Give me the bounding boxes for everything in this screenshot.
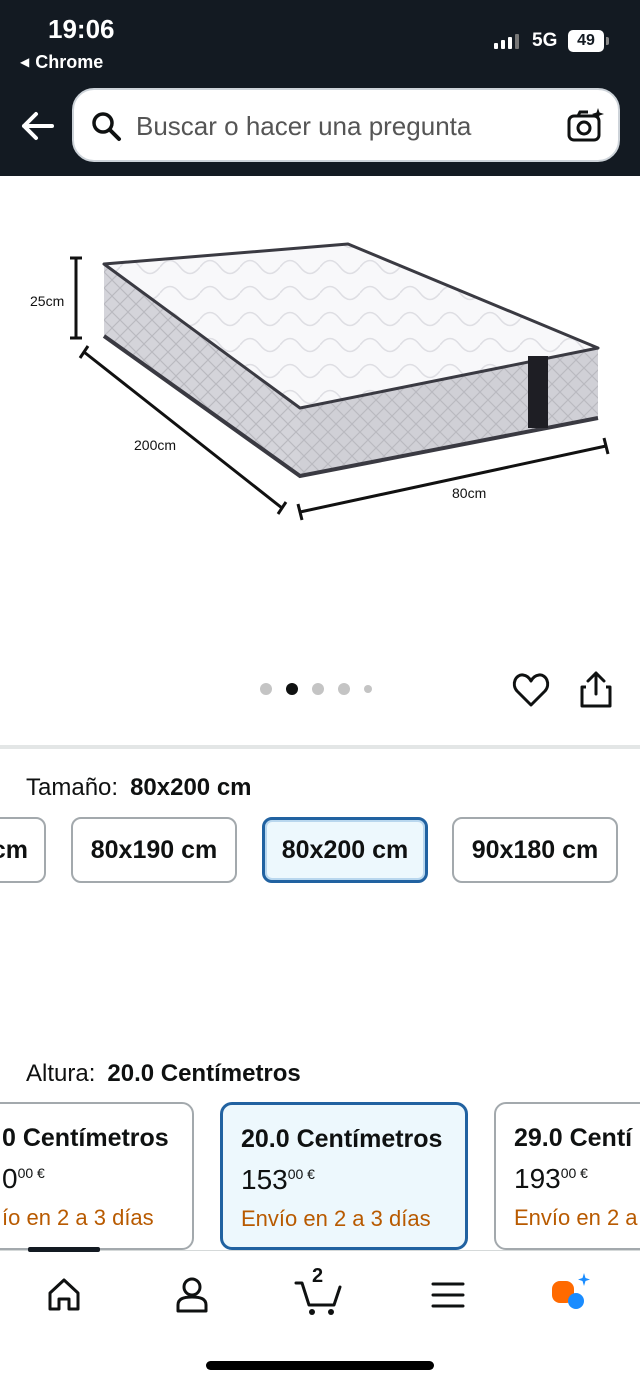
height-option-20-selected[interactable]: 20.0 Centímetros 15300 € Envío en 2 a 3 …: [220, 1102, 468, 1250]
product-page: 19:06 ◀ Chrome 5G 49 Buscar o hacer una …: [0, 0, 640, 1384]
back-app-label: Chrome: [35, 52, 104, 72]
height-label: Altura:: [26, 1060, 96, 1087]
rufus-ai-icon[interactable]: [548, 1269, 604, 1319]
size-option-80x200-selected[interactable]: 80x200 cm: [262, 817, 428, 883]
size-label: Tamaño:: [26, 774, 119, 801]
height-option-29[interactable]: 29.0 Centí 19300 € Envío en 2 a: [494, 1102, 640, 1250]
back-to-app-link[interactable]: ◀ Chrome: [20, 52, 103, 73]
carousel-dot-active[interactable]: [286, 683, 298, 695]
home-indicator: [206, 1361, 434, 1370]
camera-sparkle-icon[interactable]: [566, 106, 606, 146]
dimension-height-label: 25cm: [30, 293, 64, 309]
size-label-row: Tamaño: 80x200 cm: [26, 774, 252, 802]
menu-icon[interactable]: [420, 1269, 476, 1319]
size-option-80x190[interactable]: 80x190 cm: [71, 817, 237, 883]
share-icon[interactable]: [578, 670, 614, 710]
arrow-left-icon[interactable]: [18, 106, 58, 146]
bottom-nav: 2: [0, 1247, 640, 1384]
size-selected-value: 80x200 cm: [130, 774, 252, 801]
carousel-dot[interactable]: [338, 683, 350, 695]
dimension-length-label: 200cm: [134, 437, 176, 453]
size-option[interactable]: cm: [0, 817, 46, 883]
home-icon[interactable]: [36, 1269, 92, 1319]
divider: [0, 745, 640, 749]
search-icon: [92, 112, 121, 141]
height-label-row: Altura: 20.0 Centímetros: [26, 1060, 301, 1088]
carousel-dot[interactable]: [260, 683, 272, 695]
battery-icon: 49: [568, 30, 609, 52]
carousel-dot[interactable]: [312, 683, 324, 695]
cart-button[interactable]: 2: [292, 1265, 348, 1319]
search-input[interactable]: [136, 108, 536, 144]
network-type: 5G: [532, 30, 558, 51]
top-bar: 19:06 ◀ Chrome 5G 49: [0, 0, 640, 176]
cart-count-badge: 2: [312, 1265, 324, 1287]
height-selected-value: 20.0 Centímetros: [107, 1060, 301, 1087]
back-triangle-icon: ◀: [20, 55, 30, 69]
account-icon[interactable]: [164, 1269, 220, 1319]
carousel-dot[interactable]: [364, 685, 372, 693]
carousel-indicator[interactable]: [260, 683, 372, 695]
active-tab-indicator: [28, 1247, 100, 1252]
size-option-90x180[interactable]: 90x180 cm: [452, 817, 618, 883]
height-option[interactable]: 0 Centímetros 000 € ío en 2 a 3 días: [0, 1102, 194, 1250]
heart-icon[interactable]: [512, 672, 550, 708]
signal-icon: [494, 34, 519, 49]
search-bar[interactable]: [72, 88, 620, 162]
product-image-mattress[interactable]: 25cm 200cm 80cm: [0, 176, 640, 656]
dimension-width-label: 80cm: [452, 485, 486, 501]
status-time: 19:06: [48, 14, 115, 44]
